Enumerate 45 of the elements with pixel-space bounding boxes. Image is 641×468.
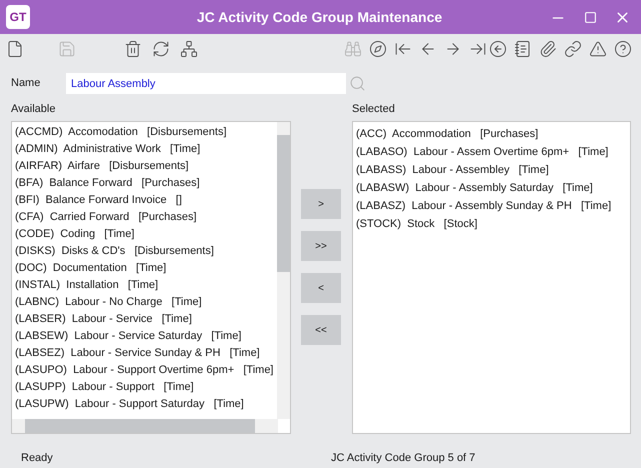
list-item[interactable]: (INSTAL) Installation [Time] <box>15 276 276 294</box>
list-item[interactable]: (CFA) Carried Forward [Purchases] <box>15 208 276 226</box>
transfer-button[interactable]: << <box>301 315 341 345</box>
network-icon[interactable] <box>178 39 199 59</box>
list-item[interactable]: (LABSEZ) Labour - Service Sunday & PH [Time] <box>15 344 276 362</box>
available-label: Available <box>11 102 56 117</box>
list-item[interactable]: (DOC) Documentation [Time] <box>15 260 276 276</box>
back-icon[interactable] <box>488 39 508 59</box>
list-item[interactable]: (LABASW) Labour - Assembly Saturday [Time] <box>356 178 630 196</box>
vertical-scrollbar[interactable] <box>277 122 290 418</box>
record-counter: JC Activity Code Group 5 of 7 <box>331 450 476 466</box>
list-item[interactable]: (ACCMD) Accomodation [Disbursements] <box>15 124 276 140</box>
transfer-button[interactable]: >> <box>301 231 341 261</box>
help-icon[interactable] <box>613 39 633 59</box>
list-item[interactable]: (LASUPO) Labour - Support Overtime 6pm+ [Time] <box>15 362 276 378</box>
list-item[interactable]: (AIRFAR) Airfare [Disbursements] <box>15 158 276 174</box>
name-label: Name <box>11 76 42 92</box>
list-item[interactable]: (ACC) Accommodation [Purchases] <box>356 124 630 142</box>
list-item[interactable]: (DISKS) Disks & CD's [Disbursements] <box>15 242 276 260</box>
scrollbar-thumb[interactable] <box>277 134 290 272</box>
app-logo: GT <box>6 5 30 29</box>
list-item[interactable]: (LASUPP) Labour - Support [Time] <box>15 378 276 396</box>
maximize-icon[interactable] <box>584 10 596 24</box>
list-item[interactable]: (LABASS) Labour - Assembley [Time] <box>356 160 630 178</box>
compass-icon[interactable] <box>368 39 388 59</box>
list-item[interactable]: (LABSEW) Labour - Service Saturday [Time] <box>15 328 276 344</box>
list-item[interactable]: (LABASO) Labour - Assem Overtime 6pm+ [Time] <box>356 142 630 160</box>
transfer-button[interactable]: < <box>301 273 341 303</box>
warning-icon[interactable] <box>588 39 608 59</box>
paperclip-icon[interactable] <box>538 39 558 59</box>
list-item[interactable]: (BFI) Balance Forward Invoice [] <box>15 192 276 208</box>
window-title: JC Activity Code Group Maintenance <box>196 8 444 27</box>
list-item[interactable]: (LABNC) Labour - No Charge [Time] <box>15 294 276 310</box>
list-item[interactable]: (LASUPW) Labour - Support Saturday [Time] <box>15 396 276 412</box>
list-item[interactable]: (LABSER) Labour - Service [Time] <box>15 310 276 328</box>
link-icon[interactable] <box>563 39 583 59</box>
list-item[interactable]: (CODE) Coding [Time] <box>15 226 276 242</box>
transfer-button[interactable]: > <box>301 189 341 219</box>
list-item[interactable]: (STOCK) Stock [Stock] <box>356 214 630 232</box>
list-item[interactable]: (BFA) Balance Forward [Purchases] <box>15 174 276 192</box>
list-item[interactable]: (LABASZ) Labour - Assembly Sunday & PH [Time] <box>356 196 630 214</box>
name-field[interactable]: Labour Assembly <box>66 73 346 94</box>
list-item[interactable]: (ADMIN) Administrative Work [Time] <box>15 140 276 158</box>
status-text: Ready <box>21 450 54 466</box>
selected-label: Selected <box>352 102 396 117</box>
